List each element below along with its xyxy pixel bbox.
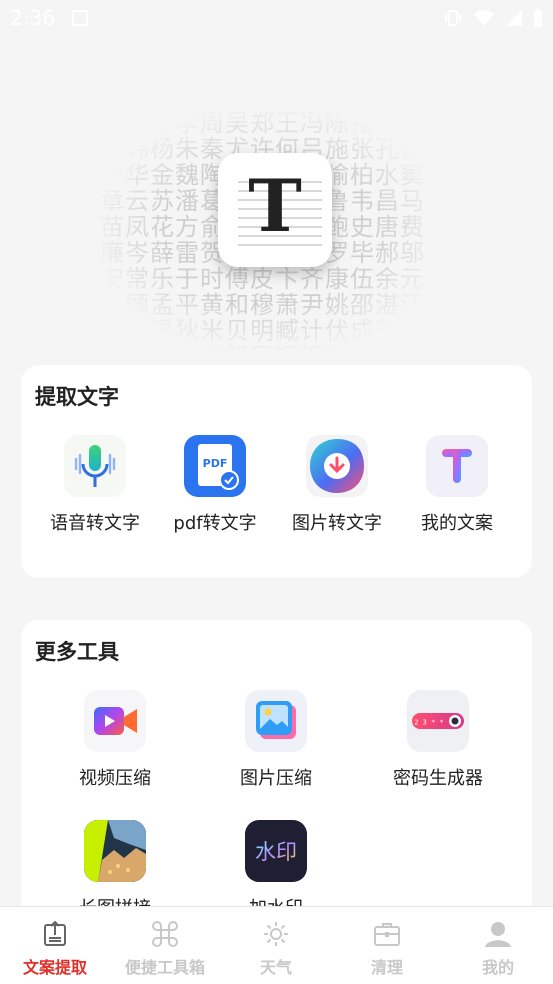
watermark-icon-text: 水印: [255, 840, 297, 864]
signal-icon: [506, 10, 522, 26]
document-upload-icon: [44, 920, 66, 946]
tool-label: 密码生成器: [393, 768, 483, 789]
logo-letter: T: [248, 163, 302, 248]
tab-weather[interactable]: 天气: [221, 907, 331, 984]
tool-image-compress[interactable]: 图片压缩: [211, 690, 341, 790]
tab-toolbox[interactable]: 便捷工具箱: [110, 907, 220, 984]
command-key-icon: [152, 921, 178, 947]
tab-mine[interactable]: 我的: [443, 907, 553, 984]
extract-text-card: 提取文字 语音转文字 PDF pdf转文字 图片转文字 我的文案: [21, 365, 532, 578]
bottom-tab-bar: 文案提取 便捷工具箱 天气 清理 我的: [0, 906, 553, 984]
tab-label: 清理: [370, 958, 403, 977]
watermark-icon: 水印: [245, 820, 307, 882]
password-toggle-icon: 2 3 * *: [407, 690, 469, 752]
microphone-icon: [64, 435, 126, 497]
tab-label: 便捷工具箱: [124, 958, 205, 977]
extract-section-title: 提取文字: [35, 385, 119, 409]
tool-label: 视频压缩: [79, 768, 151, 789]
hero-banner: 赵钱孙李周吴郑王冯陈褚卫蒋沈韩杨朱秦尤许何吕施张孔曹严华金魏陶姜戚谢邹喻柏水窦章…: [100, 110, 440, 350]
status-time: 2:36: [10, 6, 55, 30]
tab-label: 我的: [481, 958, 514, 977]
long-image-stitch-icon: [84, 820, 146, 882]
tab-label: 天气: [259, 958, 292, 977]
battery-icon: [534, 9, 542, 27]
app-logo: T: [218, 153, 332, 267]
tool-label: 图片压缩: [240, 768, 312, 789]
pdf-icon-text: PDF: [203, 457, 228, 470]
tool-pdf-to-text[interactable]: PDF pdf转文字: [150, 435, 280, 535]
user-icon: [485, 922, 511, 947]
tool-image-to-text[interactable]: 图片转文字: [272, 435, 402, 535]
toolbox-icon: [374, 923, 400, 946]
sun-icon: [264, 922, 288, 946]
more-section-title: 更多工具: [35, 640, 119, 664]
more-tools-card: 更多工具 视频压缩 图片压缩 2 3 * * 密码生成器 水印: [21, 620, 532, 920]
t-letter-icon: [426, 435, 488, 497]
tab-copy-extract[interactable]: 文案提取: [0, 907, 110, 984]
wifi-icon: [474, 10, 494, 26]
tool-label: 语音转文字: [50, 513, 140, 534]
tool-label: pdf转文字: [173, 513, 257, 534]
video-camera-icon: [84, 690, 146, 752]
tool-label: 图片转文字: [292, 513, 382, 534]
tab-clean[interactable]: 清理: [332, 907, 442, 984]
status-bar: 2:36: [0, 0, 553, 38]
tool-my-copy[interactable]: 我的文案: [392, 435, 522, 535]
password-icon-text: 2 3 * *: [414, 719, 444, 727]
tool-label: 我的文案: [421, 513, 493, 534]
tool-voice-to-text[interactable]: 语音转文字: [30, 435, 160, 535]
pdf-icon: PDF: [184, 435, 246, 497]
tool-add-watermark[interactable]: 水印 加水印: [211, 820, 341, 920]
tool-video-compress[interactable]: 视频压缩: [50, 690, 180, 790]
tool-long-image-stitch[interactable]: 长图拼接: [50, 820, 180, 920]
status-icons: [443, 8, 543, 28]
notification-icon: [72, 10, 88, 26]
vibrate-icon: [445, 10, 461, 26]
tool-password-generator[interactable]: 2 3 * * 密码生成器: [373, 690, 503, 790]
picture-icon: [245, 690, 307, 752]
tab-label: 文案提取: [22, 958, 87, 977]
image-download-icon: [306, 435, 368, 497]
